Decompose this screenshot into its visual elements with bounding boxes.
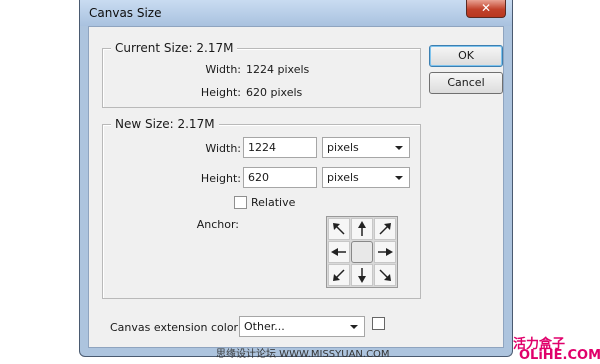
current-width-value: 1224 pixels xyxy=(246,63,310,76)
arrow-sw-icon xyxy=(333,269,345,281)
ok-button[interactable]: OK xyxy=(429,45,503,67)
new-size-label: New Size: 2.17M xyxy=(111,117,219,131)
current-size-group: Current Size: 2.17M Width: 1224 pixels H… xyxy=(102,41,421,108)
anchor-e[interactable] xyxy=(374,241,396,263)
anchor-grid xyxy=(326,216,398,288)
current-height-value: 620 pixels xyxy=(246,86,303,99)
extension-color-value: Other... xyxy=(244,320,285,333)
new-height-label: Height: xyxy=(200,172,241,185)
chevron-down-icon xyxy=(350,325,358,329)
relative-label: Relative xyxy=(251,196,296,209)
anchor-n[interactable] xyxy=(351,218,373,240)
arrow-n-icon xyxy=(358,221,366,236)
anchor-sw[interactable] xyxy=(328,264,350,286)
canvas-size-dialog: Canvas Size ✕ Current Size: 2.17M Width:… xyxy=(79,0,513,357)
close-icon: ✕ xyxy=(480,1,492,15)
extension-color-swatch[interactable] xyxy=(372,317,385,330)
anchor-se[interactable] xyxy=(374,264,396,286)
anchor-nw[interactable] xyxy=(328,218,350,240)
anchor-ne[interactable] xyxy=(374,218,396,240)
brand-logo-bottom: OLiHE.COM xyxy=(519,348,600,363)
chevron-down-icon xyxy=(395,176,403,180)
close-button[interactable]: ✕ xyxy=(466,0,506,18)
window-title: Canvas Size xyxy=(89,6,162,20)
arrow-s-icon xyxy=(358,268,366,283)
chevron-down-icon xyxy=(395,146,403,150)
arrow-nw-icon xyxy=(333,223,345,235)
anchor-s[interactable] xyxy=(351,264,373,286)
width-unit-select[interactable]: pixels xyxy=(322,137,410,158)
width-input[interactable]: 1224 xyxy=(243,137,317,158)
height-input[interactable]: 620 xyxy=(243,167,317,188)
arrow-se-icon xyxy=(379,269,391,281)
height-unit-value: pixels xyxy=(327,171,359,184)
anchor-w[interactable] xyxy=(328,241,350,263)
new-width-label: Width: xyxy=(205,142,241,155)
anchor-label: Anchor: xyxy=(196,218,239,231)
extension-color-select[interactable]: Other... xyxy=(239,316,365,337)
arrow-e-icon xyxy=(378,248,393,256)
extension-color-label: Canvas extension color: xyxy=(110,321,242,334)
anchor-center[interactable] xyxy=(351,241,373,263)
relative-checkbox[interactable] xyxy=(234,196,247,209)
current-size-label: Current Size: 2.17M xyxy=(111,41,238,55)
arrow-w-icon xyxy=(331,248,346,256)
dialog-body: Current Size: 2.17M Width: 1224 pixels H… xyxy=(88,26,504,348)
height-unit-select[interactable]: pixels xyxy=(322,167,410,188)
watermark-text: 思缘设计论坛 WWW.MISSYUAN.COM xyxy=(216,349,390,360)
current-width-label: Width: xyxy=(205,63,241,76)
cancel-button[interactable]: Cancel xyxy=(429,72,503,94)
width-unit-value: pixels xyxy=(327,141,359,154)
current-height-label: Height: xyxy=(200,86,241,99)
title-bar[interactable]: Canvas Size ✕ xyxy=(80,0,512,26)
arrow-ne-icon xyxy=(379,223,391,235)
